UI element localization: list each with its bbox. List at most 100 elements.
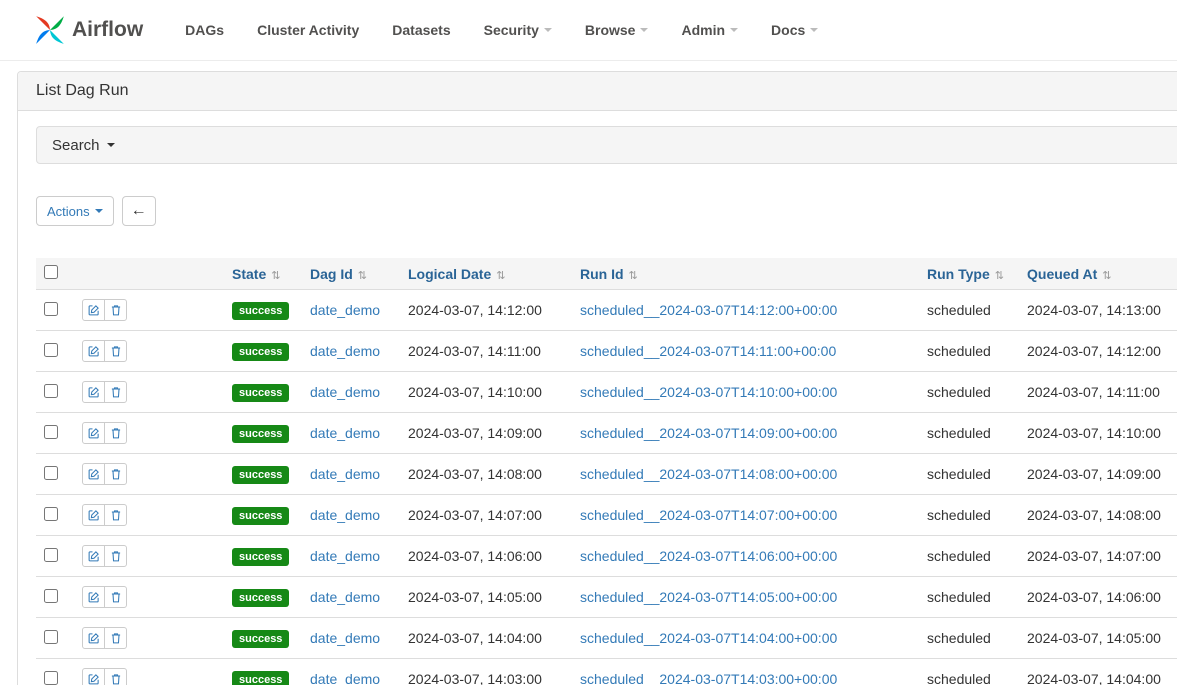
delete-button[interactable] (104, 299, 127, 321)
brand-link[interactable]: Airflow (33, 13, 143, 47)
row-checkbox[interactable] (44, 425, 58, 439)
delete-button[interactable] (104, 586, 127, 608)
run-id-cell: scheduled__2024-03-07T14:06:00+00:00 (572, 536, 919, 577)
table-row: success date_demo 2024-03-07, 14:07:00 s… (36, 495, 1177, 536)
logical-date-cell: 2024-03-07, 14:12:00 (400, 290, 572, 331)
edit-button[interactable] (82, 504, 105, 526)
state-cell: success (224, 618, 302, 659)
dag-id-link[interactable]: date_demo (310, 343, 380, 359)
run-id-link[interactable]: scheduled__2024-03-07T14:09:00+00:00 (580, 425, 837, 441)
row-checkbox[interactable] (44, 548, 58, 562)
logical-date-cell: 2024-03-07, 14:07:00 (400, 495, 572, 536)
run-id-link[interactable]: scheduled__2024-03-07T14:03:00+00:00 (580, 671, 837, 685)
row-checkbox[interactable] (44, 630, 58, 644)
edit-button[interactable] (82, 463, 105, 485)
edit-button[interactable] (82, 340, 105, 362)
delete-button[interactable] (104, 381, 127, 403)
row-actions-group (82, 668, 127, 685)
delete-button[interactable] (104, 422, 127, 444)
edit-icon (88, 632, 100, 644)
run-type-cell: scheduled (919, 372, 1019, 413)
run-id-link[interactable]: scheduled__2024-03-07T14:05:00+00:00 (580, 589, 837, 605)
edit-button[interactable] (82, 627, 105, 649)
dag-id-link[interactable]: date_demo (310, 671, 380, 685)
row-select-cell (36, 372, 74, 413)
delete-button[interactable] (104, 504, 127, 526)
dag-id-link[interactable]: date_demo (310, 466, 380, 482)
column-header[interactable]: Queued At⇅ (1019, 258, 1177, 290)
run-id-link[interactable]: scheduled__2024-03-07T14:04:00+00:00 (580, 630, 837, 646)
column-header-label: Queued At (1027, 266, 1097, 282)
row-checkbox[interactable] (44, 384, 58, 398)
column-header[interactable]: State⇅ (224, 258, 302, 290)
dag-id-link[interactable]: date_demo (310, 548, 380, 564)
run-id-link[interactable]: scheduled__2024-03-07T14:07:00+00:00 (580, 507, 837, 523)
status-badge: success (232, 507, 289, 525)
edit-button[interactable] (82, 299, 105, 321)
edit-button[interactable] (82, 545, 105, 567)
run-id-link[interactable]: scheduled__2024-03-07T14:08:00+00:00 (580, 466, 837, 482)
nav-item[interactable]: Admin (681, 22, 738, 38)
dag-id-link[interactable]: date_demo (310, 384, 380, 400)
delete-button[interactable] (104, 340, 127, 362)
run-id-link[interactable]: scheduled__2024-03-07T14:10:00+00:00 (580, 384, 837, 400)
trash-icon (110, 345, 122, 357)
column-header[interactable]: Run Type⇅ (919, 258, 1019, 290)
run-type-cell: scheduled (919, 659, 1019, 685)
row-select-cell (36, 495, 74, 536)
trash-icon (110, 673, 122, 685)
nav-item[interactable]: Browse (585, 22, 649, 38)
trash-icon (110, 304, 122, 316)
column-header-label: State (232, 266, 266, 282)
table-row: success date_demo 2024-03-07, 14:12:00 s… (36, 290, 1177, 331)
back-button[interactable]: ← (122, 196, 156, 226)
row-actions-group (82, 381, 127, 403)
nav-item[interactable]: DAGs (185, 22, 224, 38)
column-header[interactable]: Dag Id⇅ (302, 258, 400, 290)
nav-item-label: Datasets (392, 22, 450, 38)
row-checkbox[interactable] (44, 343, 58, 357)
nav-item[interactable]: Datasets (392, 22, 450, 38)
edit-button[interactable] (82, 422, 105, 444)
dag-id-link[interactable]: date_demo (310, 589, 380, 605)
row-actions-group (82, 299, 127, 321)
delete-button[interactable] (104, 545, 127, 567)
status-badge: success (232, 589, 289, 607)
run-id-link[interactable]: scheduled__2024-03-07T14:06:00+00:00 (580, 548, 837, 564)
dag-id-link[interactable]: date_demo (310, 425, 380, 441)
queued-at-cell: 2024-03-07, 14:09:00 (1019, 454, 1177, 495)
navbar: Airflow DAGs Cluster Activity Datasets S… (0, 0, 1177, 61)
nav-item[interactable]: Cluster Activity (257, 22, 359, 38)
run-id-link[interactable]: scheduled__2024-03-07T14:12:00+00:00 (580, 302, 837, 318)
row-select-cell (36, 659, 74, 685)
row-checkbox[interactable] (44, 671, 58, 685)
edit-button[interactable] (82, 668, 105, 685)
row-checkbox[interactable] (44, 302, 58, 316)
dag-id-link[interactable]: date_demo (310, 302, 380, 318)
edit-button[interactable] (82, 381, 105, 403)
delete-button[interactable] (104, 627, 127, 649)
delete-button[interactable] (104, 463, 127, 485)
search-toggle[interactable]: Search (36, 126, 1177, 164)
column-header[interactable]: Run Id⇅ (572, 258, 919, 290)
row-actions-group (82, 586, 127, 608)
row-select-cell (36, 618, 74, 659)
delete-button[interactable] (104, 668, 127, 685)
edit-icon (88, 345, 100, 357)
column-header[interactable]: Logical Date⇅ (400, 258, 572, 290)
status-badge: success (232, 466, 289, 484)
dag-id-link[interactable]: date_demo (310, 630, 380, 646)
select-all-checkbox[interactable] (44, 265, 58, 279)
run-id-link[interactable]: scheduled__2024-03-07T14:11:00+00:00 (580, 343, 836, 359)
row-checkbox[interactable] (44, 507, 58, 521)
nav-item[interactable]: Docs (771, 22, 818, 38)
state-cell: success (224, 536, 302, 577)
dag-id-link[interactable]: date_demo (310, 507, 380, 523)
edit-button[interactable] (82, 586, 105, 608)
nav-item-label: Security (484, 22, 539, 38)
actions-button[interactable]: Actions (36, 196, 114, 226)
nav-item[interactable]: Security (484, 22, 552, 38)
row-checkbox[interactable] (44, 466, 58, 480)
row-checkbox[interactable] (44, 589, 58, 603)
run-id-cell: scheduled__2024-03-07T14:07:00+00:00 (572, 495, 919, 536)
